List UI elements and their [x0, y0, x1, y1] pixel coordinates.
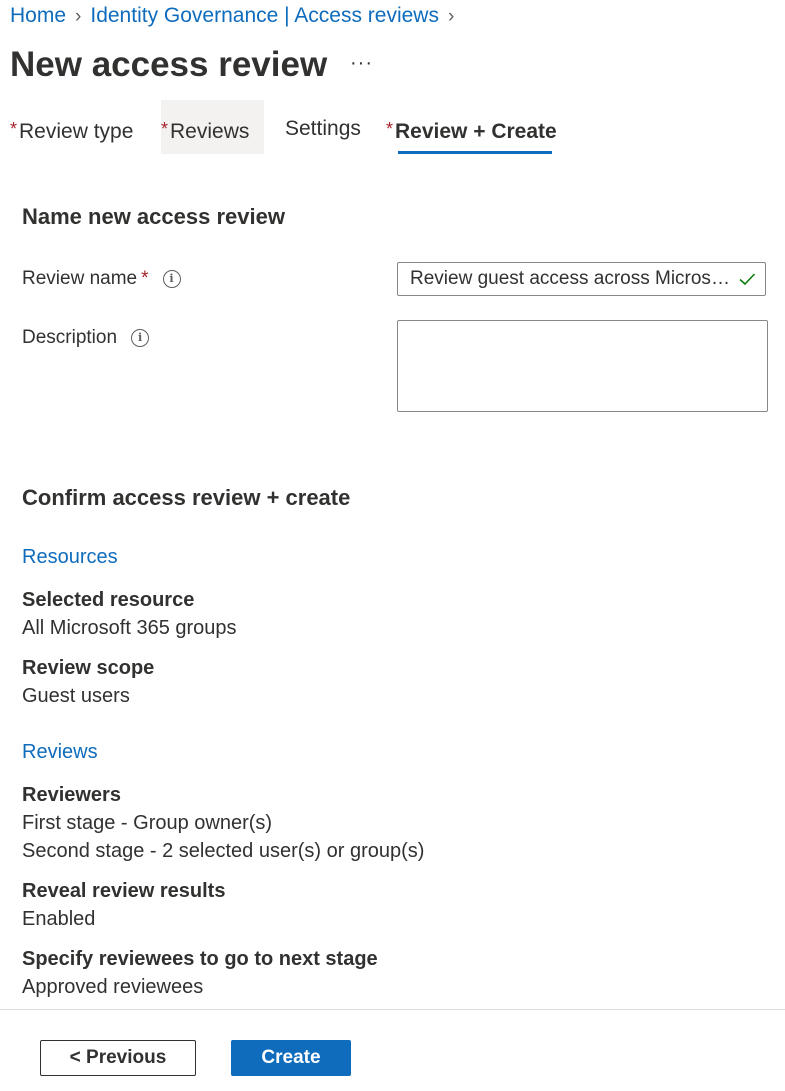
tab-review-type[interactable]: *Review type: [10, 100, 133, 154]
page-title: New access review: [10, 45, 328, 84]
previous-button[interactable]: < Previous: [40, 1040, 196, 1076]
required-marker: *: [10, 119, 18, 139]
breadcrumb-home-link[interactable]: Home: [10, 4, 66, 27]
reviewers-label: Reviewers: [22, 784, 121, 806]
tab-label: Settings: [285, 117, 361, 140]
info-icon[interactable]: i: [131, 329, 150, 347]
reveal-results-value: Enabled: [22, 908, 96, 930]
tab-reviews[interactable]: *Reviews: [161, 100, 265, 154]
reviewers-second-stage: Second stage - 2 selected user(s) or gro…: [22, 840, 425, 862]
review-name-label: Review name * i: [22, 268, 181, 290]
required-marker: *: [386, 119, 394, 139]
more-options-icon[interactable]: ···: [350, 52, 373, 75]
reviews-link[interactable]: Reviews: [22, 741, 98, 764]
selected-resource-value: All Microsoft 365 groups: [22, 617, 237, 639]
info-icon[interactable]: i: [162, 270, 181, 288]
tab-review-create[interactable]: *Review + Create: [386, 100, 557, 154]
reveal-results-label: Reveal review results: [22, 880, 226, 902]
tab-label: Reviews: [170, 120, 250, 143]
review-scope-value: Guest users: [22, 685, 130, 707]
review-name-label-text: Review name: [22, 268, 138, 289]
description-label: Description i: [22, 327, 150, 349]
tab-label: Review type: [19, 120, 134, 143]
description-label-text: Description: [22, 327, 118, 348]
breadcrumb-access-reviews-link[interactable]: Identity Governance | Access reviews: [90, 4, 439, 27]
review-scope-label: Review scope: [22, 657, 155, 679]
required-marker: *: [161, 119, 169, 139]
description-textarea[interactable]: [397, 320, 768, 412]
selected-resource-label: Selected resource: [22, 589, 195, 611]
footer-divider: [0, 1009, 785, 1010]
confirm-section-title: Confirm access review + create: [22, 485, 351, 510]
next-stage-value: Approved reviewees: [22, 976, 204, 998]
reviewers-first-stage: First stage - Group owner(s): [22, 812, 273, 834]
create-button[interactable]: Create: [231, 1040, 351, 1076]
active-tab-indicator: [398, 151, 552, 154]
tab-label: Review + Create: [395, 120, 557, 143]
chevron-right-icon: ›: [447, 6, 455, 27]
checkmark-icon: [739, 273, 756, 286]
resources-link[interactable]: Resources: [22, 546, 118, 569]
tab-settings[interactable]: Settings: [285, 100, 361, 154]
review-name-value: Review guest access across Microsoft 365…: [410, 268, 738, 289]
required-marker: *: [141, 268, 149, 289]
review-name-input[interactable]: Review guest access across Microsoft 365…: [397, 262, 766, 296]
breadcrumb: Home › Identity Governance | Access review…: [10, 4, 463, 28]
chevron-right-icon: ›: [75, 6, 82, 27]
name-section-title: Name new access review: [22, 204, 285, 229]
next-stage-label: Specify reviewees to go to next stage: [22, 948, 378, 970]
